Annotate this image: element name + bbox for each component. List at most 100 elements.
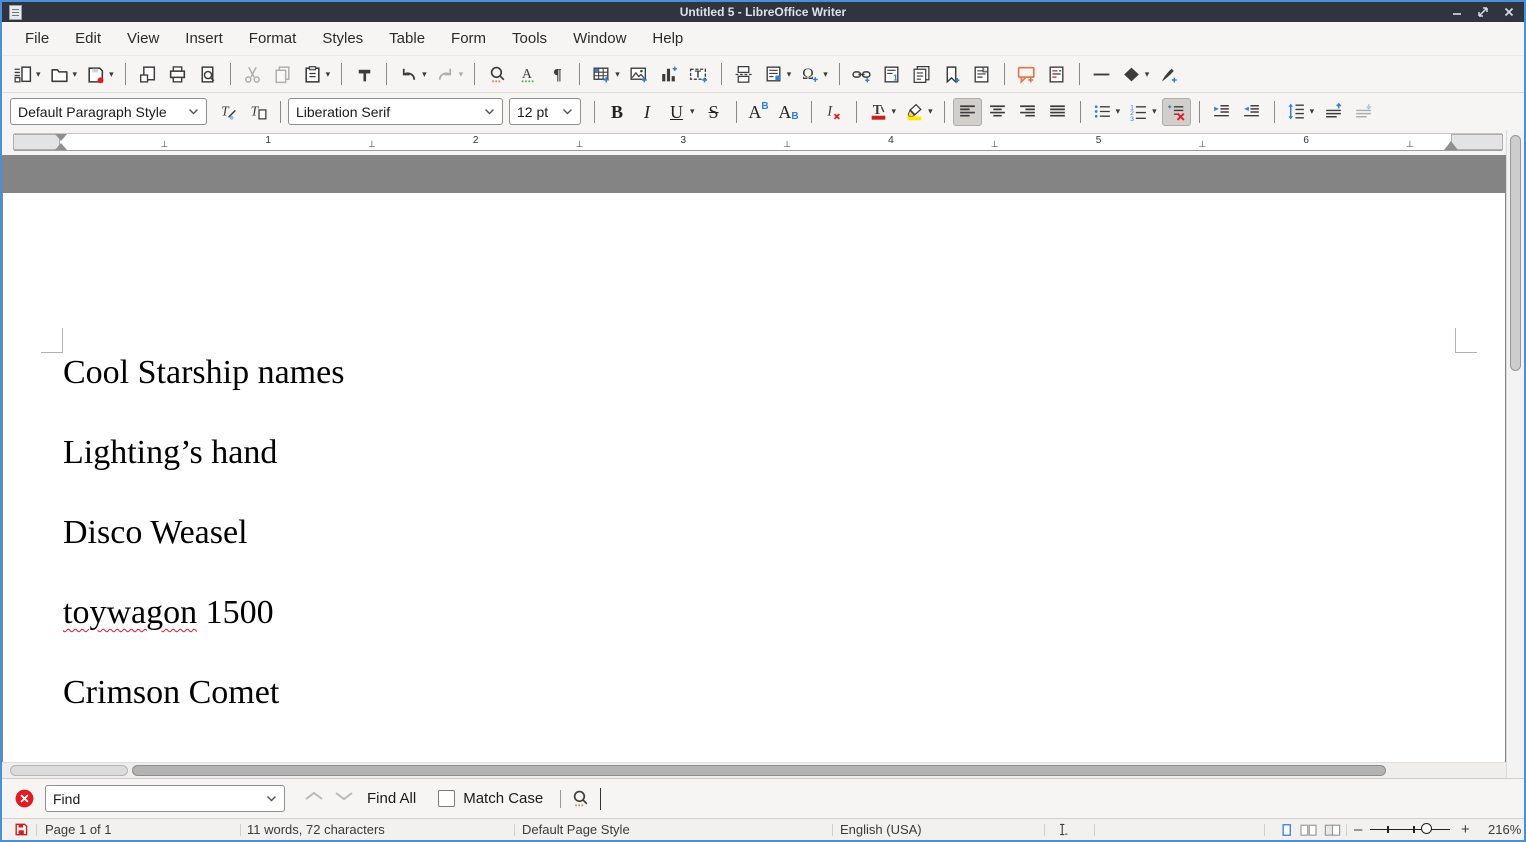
insert-mode-icon[interactable] [1055,821,1072,841]
font-color-button[interactable]: T▾ [865,98,900,126]
bullet-list-button[interactable]: ▾ [1089,98,1124,126]
numbered-list-button[interactable]: 123▾ [1125,98,1160,126]
dropdown-caret-icon[interactable]: ▾ [787,69,792,80]
find-replace-button[interactable] [483,60,511,88]
bookmark-button[interactable] [938,60,966,88]
new-document-button[interactable]: ▾ [9,60,44,88]
menu-window[interactable]: Window [560,25,639,52]
track-changes-button[interactable] [1043,60,1071,88]
book-view-button[interactable] [1323,822,1342,841]
hyperlink-button[interactable] [848,60,876,88]
single-page-view-button[interactable] [1279,822,1294,841]
export-pdf-button[interactable] [134,60,162,88]
menu-insert[interactable]: Insert [172,25,236,52]
close-button[interactable] [1502,5,1516,19]
zoom-slider-thumb[interactable] [1421,823,1432,834]
footnote-button[interactable]: 1 [878,60,906,88]
first-line-indent-marker[interactable] [55,134,67,141]
dropdown-caret-icon[interactable]: ▾ [615,69,620,80]
dropdown-caret-icon[interactable]: ▾ [1145,69,1150,80]
minimize-button[interactable] [1450,5,1464,19]
page-number-status[interactable]: Page 1 of 1 [45,822,112,837]
clear-formatting-button[interactable]: I [820,98,848,126]
dropdown-caret-icon[interactable]: ▾ [823,69,828,80]
zoom-in-button[interactable]: + [1461,821,1470,838]
zoom-level[interactable]: 216% [1488,822,1521,837]
close-find-bar-button[interactable] [14,788,35,809]
subscript-button[interactable]: AB [775,98,803,126]
vertical-scrollbar[interactable] [1506,130,1524,778]
insert-line-button[interactable] [1088,60,1116,88]
font-size-combobox[interactable]: 12 pt [509,98,581,125]
line-spacing-button[interactable]: ▾ [1283,98,1318,126]
menu-tools[interactable]: Tools [499,25,560,52]
cross-reference-button[interactable] [968,60,996,88]
dropdown-caret-icon[interactable]: ▾ [73,69,78,80]
save-button[interactable]: ▾ [82,60,117,88]
insert-table-button[interactable]: ▾ [588,60,623,88]
find-input[interactable]: Find [45,785,285,812]
dropdown-caret-icon[interactable]: ▾ [1116,106,1121,117]
open-folder-button[interactable]: ▾ [46,60,81,88]
vertical-scrollbar-thumb[interactable] [1510,135,1521,371]
strikethrough-button[interactable]: S [700,98,728,126]
dropdown-caret-icon[interactable]: ▾ [928,106,933,117]
dropdown-caret-icon[interactable]: ▾ [326,69,331,80]
undo-button[interactable]: ▾ [395,60,430,88]
horizontal-scrollbar[interactable] [2,762,1506,778]
formatting-marks-button[interactable]: ¶ [543,60,571,88]
menu-view[interactable]: View [114,25,172,52]
horizontal-scrollbar-thumb[interactable] [132,765,1386,776]
document-page[interactable]: Cool Starship namesLighting’s handDisco … [3,193,1505,762]
draw-functions-button[interactable] [1154,60,1182,88]
horizontal-scrollbar-segment[interactable] [10,765,128,776]
page-style-status[interactable]: Default Page Style [522,822,630,837]
superscript-button[interactable]: AB [745,98,773,126]
justify-button[interactable] [1044,98,1072,126]
menu-table[interactable]: Table [376,25,438,52]
dropdown-caret-icon[interactable]: ▾ [1152,106,1157,117]
zoom-slider[interactable] [1370,829,1450,830]
basic-shapes-button[interactable]: ▾ [1118,60,1153,88]
multi-page-view-button[interactable] [1299,822,1318,841]
underline-button[interactable]: U▾ [663,98,698,126]
clone-formatting-button[interactable] [350,60,378,88]
print-button[interactable] [164,60,192,88]
font-name-combobox[interactable]: Liberation Serif [288,98,503,125]
para-space-increase-button[interactable] [1319,98,1347,126]
menu-file[interactable]: File [12,25,62,52]
align-right-button[interactable] [1014,98,1042,126]
print-preview-button[interactable] [194,60,222,88]
menu-styles[interactable]: Styles [309,25,376,52]
highlight-color-button[interactable]: ▾ [901,98,936,126]
find-all-button[interactable]: Find All [367,790,416,807]
paste-button[interactable]: ▾ [299,60,334,88]
insert-field-button[interactable]: ▾ [760,60,795,88]
dropdown-caret-icon[interactable]: ▾ [36,69,41,80]
page-break-button[interactable] [730,60,758,88]
decrease-indent-button[interactable] [1238,98,1266,126]
spelling-button[interactable]: A [513,60,541,88]
dropdown-caret-icon[interactable]: ▾ [459,69,464,80]
increase-indent-button[interactable] [1208,98,1236,126]
dropdown-caret-icon[interactable]: ▾ [109,69,114,80]
find-and-replace-button[interactable] [570,788,591,809]
insert-textbox-button[interactable]: T [685,60,713,88]
italic-button[interactable]: I [633,98,661,126]
zoom-out-button[interactable]: – [1354,821,1362,838]
paragraph-style-combobox[interactable]: Default Paragraph Style [10,98,207,125]
word-count-status[interactable]: 11 words, 72 characters [247,822,385,837]
menu-edit[interactable]: Edit [62,25,114,52]
new-style-button[interactable]: T [244,98,272,126]
dropdown-caret-icon[interactable]: ▾ [892,106,897,117]
dropdown-caret-icon[interactable]: ▾ [690,106,695,117]
language-status[interactable]: English (USA) [840,822,922,837]
right-indent-marker[interactable] [1444,141,1458,150]
bold-button[interactable]: B [603,98,631,126]
dropdown-caret-icon[interactable]: ▾ [1310,106,1315,117]
menu-form[interactable]: Form [438,25,499,52]
left-indent-marker[interactable] [55,143,67,150]
document-modified-icon[interactable] [13,821,29,841]
align-left-button[interactable] [953,98,982,126]
comment-button[interactable] [1013,60,1041,88]
